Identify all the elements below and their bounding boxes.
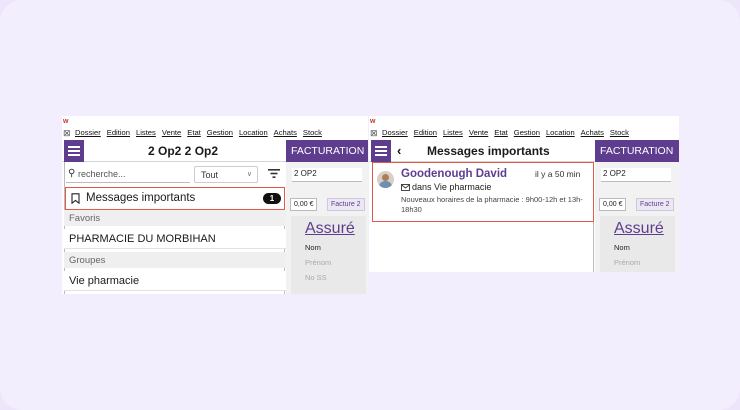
menu-etat[interactable]: Etat — [187, 128, 201, 137]
menu-stock[interactable]: Stock — [610, 128, 629, 137]
facturation-header: FACTURATION — [595, 140, 679, 162]
chevron-down-icon: ∨ — [246, 171, 252, 178]
app-logo-icon: w — [370, 118, 376, 125]
app-window-icon[interactable]: ⊠ — [63, 128, 71, 139]
menu-dossier[interactable]: Dossier — [382, 128, 408, 137]
tab-facture-2[interactable]: Facture 2 — [327, 198, 365, 211]
menu-edition[interactable]: Edition — [414, 128, 437, 137]
menu-location[interactable]: Location — [546, 128, 575, 137]
filter-value: Tout — [201, 170, 219, 180]
menu-etat[interactable]: Etat — [494, 128, 508, 137]
assure-title: Assuré — [614, 220, 664, 237]
important-messages-label: Messages importants — [86, 192, 196, 204]
menu-stock[interactable]: Stock — [303, 128, 322, 137]
page-title: Messages importants — [427, 144, 550, 158]
facturation-field[interactable]: 2 OP2 — [601, 168, 671, 182]
menu-achats[interactable]: Achats — [581, 128, 604, 137]
section-header-favoris: Favoris — [64, 210, 286, 226]
facturation-pane: FACTURATION 2 OP2 0,00 € Facture 2 Assur… — [595, 140, 679, 272]
screenshot-important-messages: w ⊠ Dossier Edition Listes Vente Etat Gestion… — [369, 116, 679, 272]
menu-bar: w ⊠ Dossier Edition Listes Vente Etat Gestion… — [369, 116, 679, 140]
app-window-icon[interactable]: ⊠ — [370, 128, 378, 139]
assure-section: Assuré Nom Prénom — [600, 216, 675, 272]
menu-listes[interactable]: Listes — [443, 128, 463, 137]
menu-achats[interactable]: Achats — [274, 128, 297, 137]
menu-dossier[interactable]: Dossier — [75, 128, 101, 137]
tab-amount[interactable]: 0,00 € — [599, 198, 627, 211]
search-icon: ⚲ — [68, 168, 76, 179]
avatar — [377, 171, 394, 188]
menu-vente[interactable]: Vente — [469, 128, 488, 137]
filter-icon[interactable] — [268, 168, 280, 179]
search-placeholder: recherche... — [78, 169, 126, 179]
page-title: 2 Op2 2 Op2 — [148, 144, 219, 158]
assure-section: Assuré Nom Prénom No SS — [291, 216, 366, 294]
message-group: dans Vie pharmacie — [412, 182, 492, 192]
bookmark-icon — [71, 193, 80, 204]
search-row: ⚲ recherche... Tout ∨ — [64, 166, 286, 184]
menu-bar: w ⊠ Dossier Edition Listes Vente Etat Gestion… — [62, 116, 368, 140]
message-sender: Goodenough David — [401, 168, 508, 180]
hamburger-menu-icon[interactable] — [371, 140, 391, 162]
facturation-header: FACTURATION — [286, 140, 368, 162]
search-input[interactable]: ⚲ recherche... — [66, 166, 190, 183]
facturation-pane: FACTURATION 2 OP2 0,00 € Facture 2 Assur… — [286, 140, 368, 294]
filter-select[interactable]: Tout ∨ — [194, 166, 258, 183]
section-header-groupes: Groupes — [64, 252, 286, 268]
assure-title: Assuré — [305, 220, 355, 237]
menu-gestion[interactable]: Gestion — [207, 128, 233, 137]
mail-icon — [401, 184, 410, 191]
facturation-field[interactable]: 2 OP2 — [292, 168, 362, 182]
field-nom: Nom — [305, 243, 321, 252]
message-time: il y a 50 min — [535, 169, 581, 179]
field-no-ss: No SS — [305, 273, 327, 282]
field-nom: Nom — [614, 243, 630, 252]
list-item-groupe[interactable]: Vie pharmacie — [64, 271, 286, 291]
tab-facture-2[interactable]: Facture 2 — [636, 198, 674, 211]
menu-location[interactable]: Location — [239, 128, 268, 137]
message-card[interactable]: Goodenough David il y a 50 min dans Vie … — [372, 162, 594, 222]
field-prenom: Prénom — [305, 258, 332, 267]
back-arrow-icon[interactable]: ‹ — [397, 143, 401, 158]
app-logo-icon: w — [63, 118, 69, 125]
menu-listes[interactable]: Listes — [136, 128, 156, 137]
tab-amount[interactable]: 0,00 € — [290, 198, 318, 211]
hamburger-menu-icon[interactable] — [64, 140, 84, 162]
menu-edition[interactable]: Edition — [107, 128, 130, 137]
important-messages-item[interactable]: Messages importants 1 — [65, 187, 285, 210]
screenshot-conversations-list: w ⊠ Dossier Edition Listes Vente Etat Gestion… — [62, 116, 368, 294]
list-item-favori[interactable]: PHARMACIE DU MORBIHAN — [64, 229, 286, 249]
menu-vente[interactable]: Vente — [162, 128, 181, 137]
unread-count-badge: 1 — [263, 193, 281, 204]
menu-gestion[interactable]: Gestion — [514, 128, 540, 137]
field-prenom: Prénom — [614, 258, 641, 267]
message-preview: Nouveaux horaires de la pharmacie : 9h00… — [401, 195, 583, 214]
